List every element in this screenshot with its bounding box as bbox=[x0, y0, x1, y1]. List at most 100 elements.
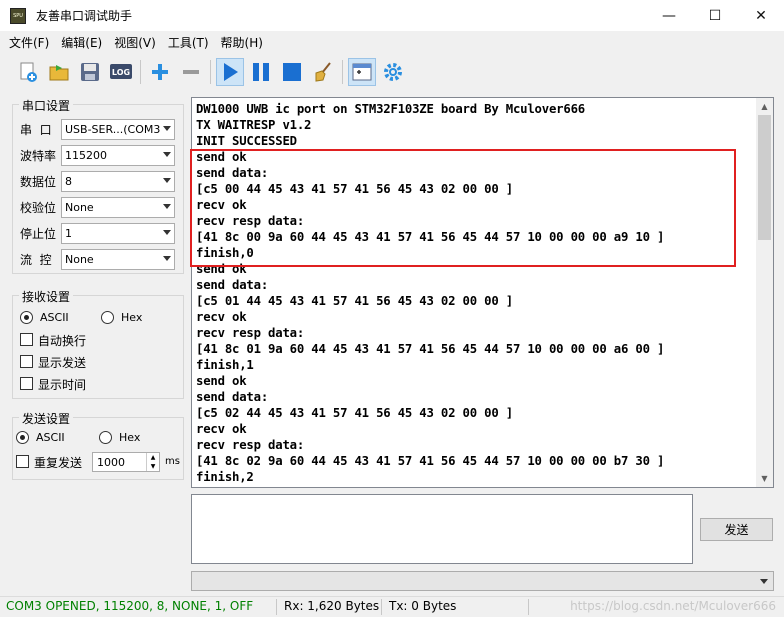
stopbits-label: 停止位 bbox=[20, 227, 57, 241]
plus-icon bbox=[152, 64, 168, 80]
clear-button[interactable] bbox=[309, 58, 337, 86]
save-disk-icon bbox=[81, 63, 99, 81]
receive-line: [c5 02 44 45 43 41 57 41 56 45 43 02 00 … bbox=[196, 406, 513, 420]
stopbits-select[interactable]: 1 bbox=[61, 223, 175, 244]
receive-scrollbar[interactable]: ▲ ▼ bbox=[756, 98, 773, 487]
annotation-highlight-box bbox=[190, 149, 736, 267]
baud-select[interactable]: 115200 bbox=[61, 145, 175, 166]
port-value: USB-SER...(COM3 bbox=[65, 123, 161, 136]
send-settings-title: 发送设置 bbox=[19, 410, 74, 427]
receive-line: send data: bbox=[196, 278, 269, 292]
start-button[interactable] bbox=[216, 58, 244, 86]
scroll-thumb[interactable] bbox=[758, 115, 771, 240]
recv-ascii-radio[interactable] bbox=[20, 311, 33, 324]
flow-select[interactable]: None bbox=[61, 249, 175, 270]
scroll-down-icon[interactable]: ▼ bbox=[756, 470, 773, 487]
toolbar-separator bbox=[342, 60, 343, 84]
stop-icon bbox=[283, 63, 301, 81]
receive-line: finish,1 bbox=[196, 358, 254, 372]
receive-line: send ok bbox=[196, 374, 247, 388]
minimize-button[interactable]: — bbox=[646, 0, 692, 31]
repeat-interval-value: 1000 bbox=[97, 455, 125, 469]
auto-newline-checkbox[interactable] bbox=[20, 333, 33, 346]
repeat-send-checkbox[interactable] bbox=[16, 455, 29, 468]
close-button[interactable]: ✕ bbox=[738, 0, 784, 31]
new-file-icon bbox=[20, 62, 37, 82]
chevron-down-icon bbox=[163, 126, 171, 131]
stepper-up-icon[interactable]: ▲ bbox=[147, 453, 159, 462]
menu-bar: 文件(F) 编辑(E) 视图(V) 工具(T) 帮助(H) bbox=[0, 31, 784, 53]
title-bar: SPU 友善串口调试助手 — ☐ ✕ bbox=[0, 0, 784, 31]
show-time-label: 显示时间 bbox=[38, 378, 87, 392]
send-input[interactable] bbox=[191, 494, 693, 564]
watermark: https://blog.csdn.net/Mculover666 bbox=[570, 599, 776, 613]
new-button[interactable] bbox=[14, 58, 42, 86]
status-bar: COM3 OPENED, 115200, 8, NONE, 1, OFF Rx:… bbox=[0, 596, 784, 617]
scroll-up-icon[interactable]: ▲ bbox=[756, 98, 773, 115]
open-button[interactable] bbox=[45, 58, 73, 86]
stopbits-value: 1 bbox=[65, 227, 72, 240]
menu-tools[interactable]: 工具(T) bbox=[162, 34, 215, 51]
show-send-label: 显示发送 bbox=[38, 356, 87, 370]
minus-icon bbox=[183, 70, 199, 74]
receive-settings-title: 接收设置 bbox=[19, 288, 74, 305]
interval-stepper[interactable]: ▲ ▼ bbox=[146, 453, 159, 471]
port-label: 串 口 bbox=[20, 123, 52, 137]
toolbar-separator bbox=[210, 60, 211, 84]
show-time-checkbox[interactable] bbox=[20, 377, 33, 390]
log-icon: LOG bbox=[110, 64, 132, 79]
window-title: 友善串口调试助手 bbox=[36, 9, 133, 23]
maximize-button[interactable]: ☐ bbox=[692, 0, 738, 31]
show-send-checkbox[interactable] bbox=[20, 355, 33, 368]
parity-value: None bbox=[65, 201, 94, 214]
receive-line: [41 8c 01 9a 60 44 45 43 41 57 41 56 45 … bbox=[196, 342, 665, 356]
chevron-down-icon bbox=[760, 579, 768, 584]
flow-value: None bbox=[65, 253, 94, 266]
log-icon-text: LOG bbox=[112, 68, 130, 77]
receive-line: recv resp data: bbox=[196, 438, 305, 452]
menu-view[interactable]: 视图(V) bbox=[108, 34, 162, 51]
databits-select[interactable]: 8 bbox=[61, 171, 175, 192]
receive-line: finish,2 bbox=[196, 470, 254, 484]
stepper-down-icon[interactable]: ▼ bbox=[147, 462, 159, 471]
window-layout-icon bbox=[352, 63, 372, 81]
receive-line: INIT SUCCESSED bbox=[196, 134, 297, 148]
settings-button[interactable] bbox=[379, 58, 407, 86]
pause-icon bbox=[253, 63, 269, 81]
status-divider bbox=[528, 599, 529, 615]
chevron-down-icon bbox=[163, 230, 171, 235]
status-divider bbox=[381, 599, 382, 615]
add-button[interactable] bbox=[146, 58, 174, 86]
chevron-down-icon bbox=[163, 256, 171, 261]
broom-icon bbox=[315, 62, 331, 82]
menu-file[interactable]: 文件(F) bbox=[3, 34, 55, 51]
databits-value: 8 bbox=[65, 175, 72, 188]
pause-button[interactable] bbox=[247, 58, 275, 86]
recv-hex-label: Hex bbox=[121, 311, 143, 324]
stop-button[interactable] bbox=[278, 58, 306, 86]
gear-icon bbox=[384, 63, 402, 81]
parity-select[interactable]: None bbox=[61, 197, 175, 218]
repeat-send-label: 重复发送 bbox=[34, 456, 83, 470]
menu-help[interactable]: 帮助(H) bbox=[215, 34, 269, 51]
menu-edit[interactable]: 编辑(E) bbox=[55, 34, 108, 51]
send-button[interactable]: 发送 bbox=[700, 518, 773, 541]
send-history-select[interactable] bbox=[191, 571, 774, 591]
tx-count: Tx: 0 Bytes bbox=[389, 599, 457, 613]
layout-button[interactable] bbox=[348, 58, 376, 86]
repeat-interval-input[interactable]: 1000 ▲ ▼ bbox=[92, 452, 160, 472]
chevron-down-icon bbox=[163, 152, 171, 157]
recv-ascii-label: ASCII bbox=[40, 311, 69, 324]
save-button[interactable] bbox=[76, 58, 104, 86]
send-hex-radio[interactable] bbox=[99, 431, 112, 444]
log-button[interactable]: LOG bbox=[107, 58, 135, 86]
status-divider bbox=[276, 599, 277, 615]
toolbar-separator bbox=[140, 60, 141, 84]
recv-hex-radio[interactable] bbox=[101, 311, 114, 324]
remove-button[interactable] bbox=[177, 58, 205, 86]
port-select[interactable]: USB-SER...(COM3 bbox=[61, 119, 175, 140]
send-ascii-radio[interactable] bbox=[16, 431, 29, 444]
open-folder-icon bbox=[49, 65, 69, 81]
send-hex-label: Hex bbox=[119, 431, 141, 444]
receive-line: TX WAITRESP v1.2 bbox=[196, 118, 312, 132]
